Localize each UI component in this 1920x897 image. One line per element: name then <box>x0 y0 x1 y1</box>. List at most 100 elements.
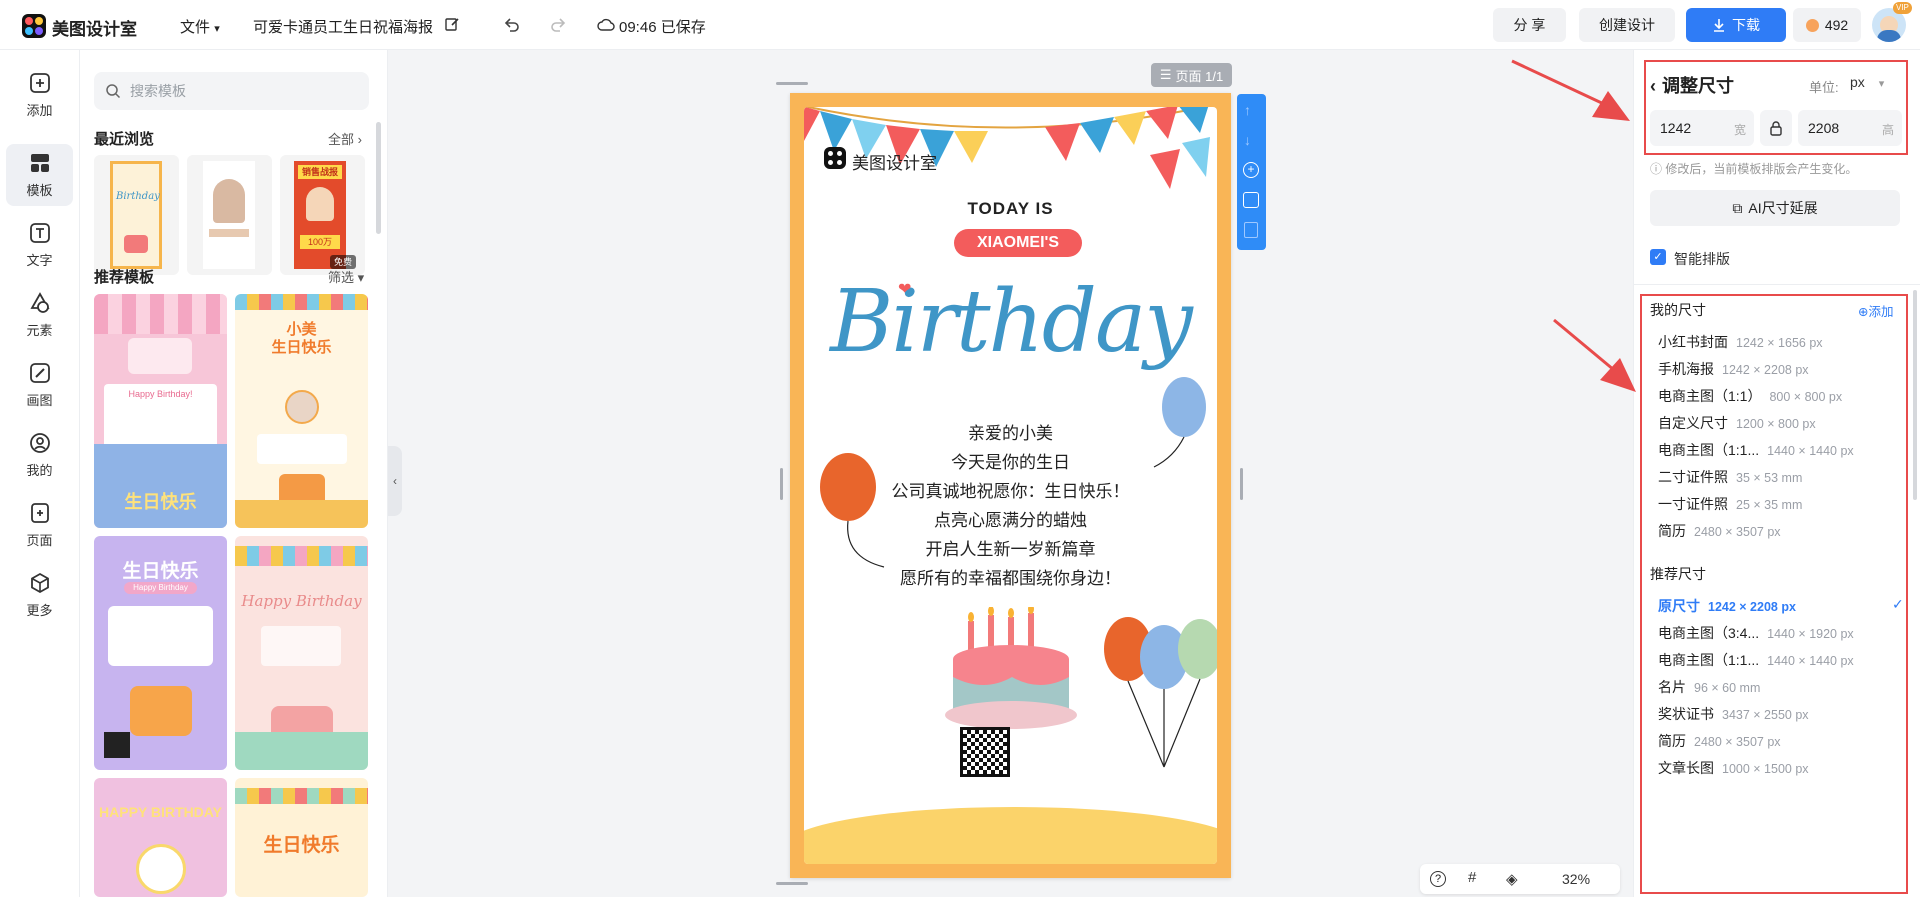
poster-canvas[interactable]: 美图设计室 TODAY IS XIAOMEI'S Birthday ❤ 亲爱的小… <box>790 93 1231 878</box>
resize-notice: ⓘ 修改后，当前模板排版会产生变化。 <box>1650 160 1857 177</box>
annotation-box-sizes <box>1640 294 1908 894</box>
coins-button[interactable]: 492 <box>1793 8 1861 42</box>
app-name[interactable]: 美图设计室 <box>52 15 137 40</box>
cloud-icon <box>597 16 615 34</box>
bottom-wave-decoration <box>804 807 1217 864</box>
template-card-5[interactable]: HAPPY BIRTHDAY <box>94 778 227 897</box>
filter-button[interactable]: 筛选 ▾ <box>328 267 364 286</box>
help-icon[interactable]: ? <box>1430 871 1446 887</box>
delete-page-icon[interactable] <box>1244 222 1258 238</box>
file-menu[interactable]: 文件 ▾ <box>180 16 220 37</box>
page-list-icon: ☰ <box>1159 67 1172 82</box>
poster-name: XIAOMEI'S <box>954 229 1082 257</box>
info-icon: ⓘ <box>1650 162 1666 176</box>
move-up-icon[interactable]: ↑ <box>1244 102 1251 118</box>
left-rail: 添加 模板 文字 元素 画图 我的 页面 更多 <box>0 50 80 897</box>
duplicate-page-icon[interactable] <box>1243 192 1259 208</box>
page-tools: ↑ ↓ + <box>1237 94 1266 250</box>
cake-illustration <box>945 607 1077 729</box>
canvas-toolbar: ? # ◈ 32% <box>1420 864 1620 894</box>
chevron-left-icon: ‹ <box>393 474 397 488</box>
template-card-5-title: HAPPY BIRTHDAY <box>99 804 222 820</box>
ai-extend-icon: ⧉ <box>1732 199 1743 216</box>
rail-item-page[interactable]: 页面 <box>6 494 73 556</box>
right-panel-scrollbar[interactable] <box>1913 290 1917 500</box>
rail-item-mine[interactable]: 我的 <box>6 424 73 486</box>
add-page-icon[interactable]: + <box>1243 162 1259 178</box>
element-icon <box>29 292 50 313</box>
move-down-icon[interactable]: ↓ <box>1244 132 1251 148</box>
recent-all-link[interactable]: 全部 › <box>328 129 362 148</box>
collapse-panel-button[interactable]: ‹ <box>388 446 402 516</box>
resize-handle-bottom[interactable] <box>776 882 808 885</box>
template-card-3[interactable]: 生日快乐 Happy Birthday <box>94 536 227 770</box>
rail-item-add[interactable]: 添加 <box>6 64 73 126</box>
rail-item-text[interactable]: 文字 <box>6 214 73 276</box>
search-placeholder: 搜索模板 <box>130 83 186 99</box>
template-card-6[interactable]: 生日快乐 <box>235 778 368 897</box>
poster-brand: 美图设计室 <box>852 154 937 173</box>
rail-item-element[interactable]: 元素 <box>6 284 73 346</box>
rail-label: 我的 <box>26 463 53 478</box>
page-indicator[interactable]: ☰ 页面 1/1 <box>1151 63 1232 87</box>
grid-icon[interactable]: # <box>1468 869 1476 886</box>
resize-handle-right[interactable] <box>1240 468 1243 500</box>
annotation-arrow-2-icon <box>1553 318 1636 392</box>
rail-item-template[interactable]: 模板 <box>6 144 73 206</box>
recent-title: 最近浏览 <box>94 131 155 148</box>
app-logo-icon <box>22 14 46 38</box>
create-design-button[interactable]: 创建设计 <box>1579 8 1675 42</box>
template-card-4[interactable]: Happy Birthday <box>235 536 368 770</box>
rail-label: 文字 <box>26 253 53 268</box>
rail-label: 画图 <box>26 393 53 408</box>
template-card-6-title: 生日快乐 <box>263 835 340 856</box>
resize-handle-top[interactable] <box>776 82 808 85</box>
user-icon <box>29 433 50 453</box>
smart-layout-checkbox[interactable]: ✓ <box>1650 249 1666 265</box>
rail-label: 元素 <box>26 323 53 338</box>
add-icon <box>29 73 50 93</box>
vip-badge: VIP <box>1893 2 1912 14</box>
rail-label: 页面 <box>26 533 53 548</box>
chevron-right-icon: › <box>357 132 362 147</box>
poster-inner: 美图设计室 TODAY IS XIAOMEI'S Birthday ❤ 亲爱的小… <box>804 107 1217 864</box>
draw-icon <box>29 363 50 383</box>
recent-template-2[interactable] <box>187 155 272 275</box>
template-card-1[interactable]: Happy Birthday! 生日快乐 <box>94 294 227 528</box>
panel-scrollbar[interactable] <box>376 122 381 234</box>
rail-label: 更多 <box>26 603 53 618</box>
page-icon <box>30 503 49 523</box>
template-card-2[interactable]: 小美 生日快乐 <box>235 294 368 528</box>
rail-label: 添加 <box>26 103 53 118</box>
zoom-level[interactable]: 32% <box>1562 871 1590 887</box>
ai-extend-button[interactable]: ⧉ AI尺寸延展 <box>1650 190 1900 226</box>
save-status: 09:46 已保存 <box>619 19 706 36</box>
layers-icon[interactable]: ◈ <box>1506 870 1518 888</box>
share-button[interactable]: 分 享 <box>1493 8 1566 42</box>
download-button[interactable]: 下载 <box>1686 8 1786 42</box>
search-icon <box>106 84 121 99</box>
chevron-down-icon: ▾ <box>214 23 220 35</box>
annotation-box-resize <box>1644 60 1908 155</box>
rail-item-more[interactable]: 更多 <box>6 564 73 626</box>
template-card-2-sub: 生日快乐 <box>271 339 332 356</box>
annotation-arrow-1-icon <box>1511 59 1630 121</box>
edit-icon[interactable] <box>444 16 460 32</box>
divider <box>1634 284 1920 285</box>
recent-all-label: 全部 <box>328 132 355 147</box>
text-icon <box>29 223 50 243</box>
doc-title[interactable]: 可爱卡通员工生日祝福海报 <box>253 16 433 37</box>
resize-handle-left[interactable] <box>780 468 783 500</box>
rail-label: 模板 <box>26 183 53 198</box>
rail-item-draw[interactable]: 画图 <box>6 354 73 416</box>
ai-extend-label: AI尺寸延展 <box>1748 200 1818 216</box>
recent-template-1[interactable]: Birthday <box>94 155 179 275</box>
qr-code <box>960 727 1010 777</box>
filter-label: 筛选 <box>328 270 355 285</box>
template-search-input[interactable]: 搜索模板 <box>94 72 369 110</box>
download-icon <box>1714 19 1724 32</box>
recent-template-3[interactable]: 销售战报 100万 免费 <box>280 155 365 275</box>
undo-icon[interactable] <box>503 16 521 34</box>
redo-icon[interactable] <box>549 16 567 34</box>
template-card-1-title: Happy Birthday! <box>128 389 193 399</box>
